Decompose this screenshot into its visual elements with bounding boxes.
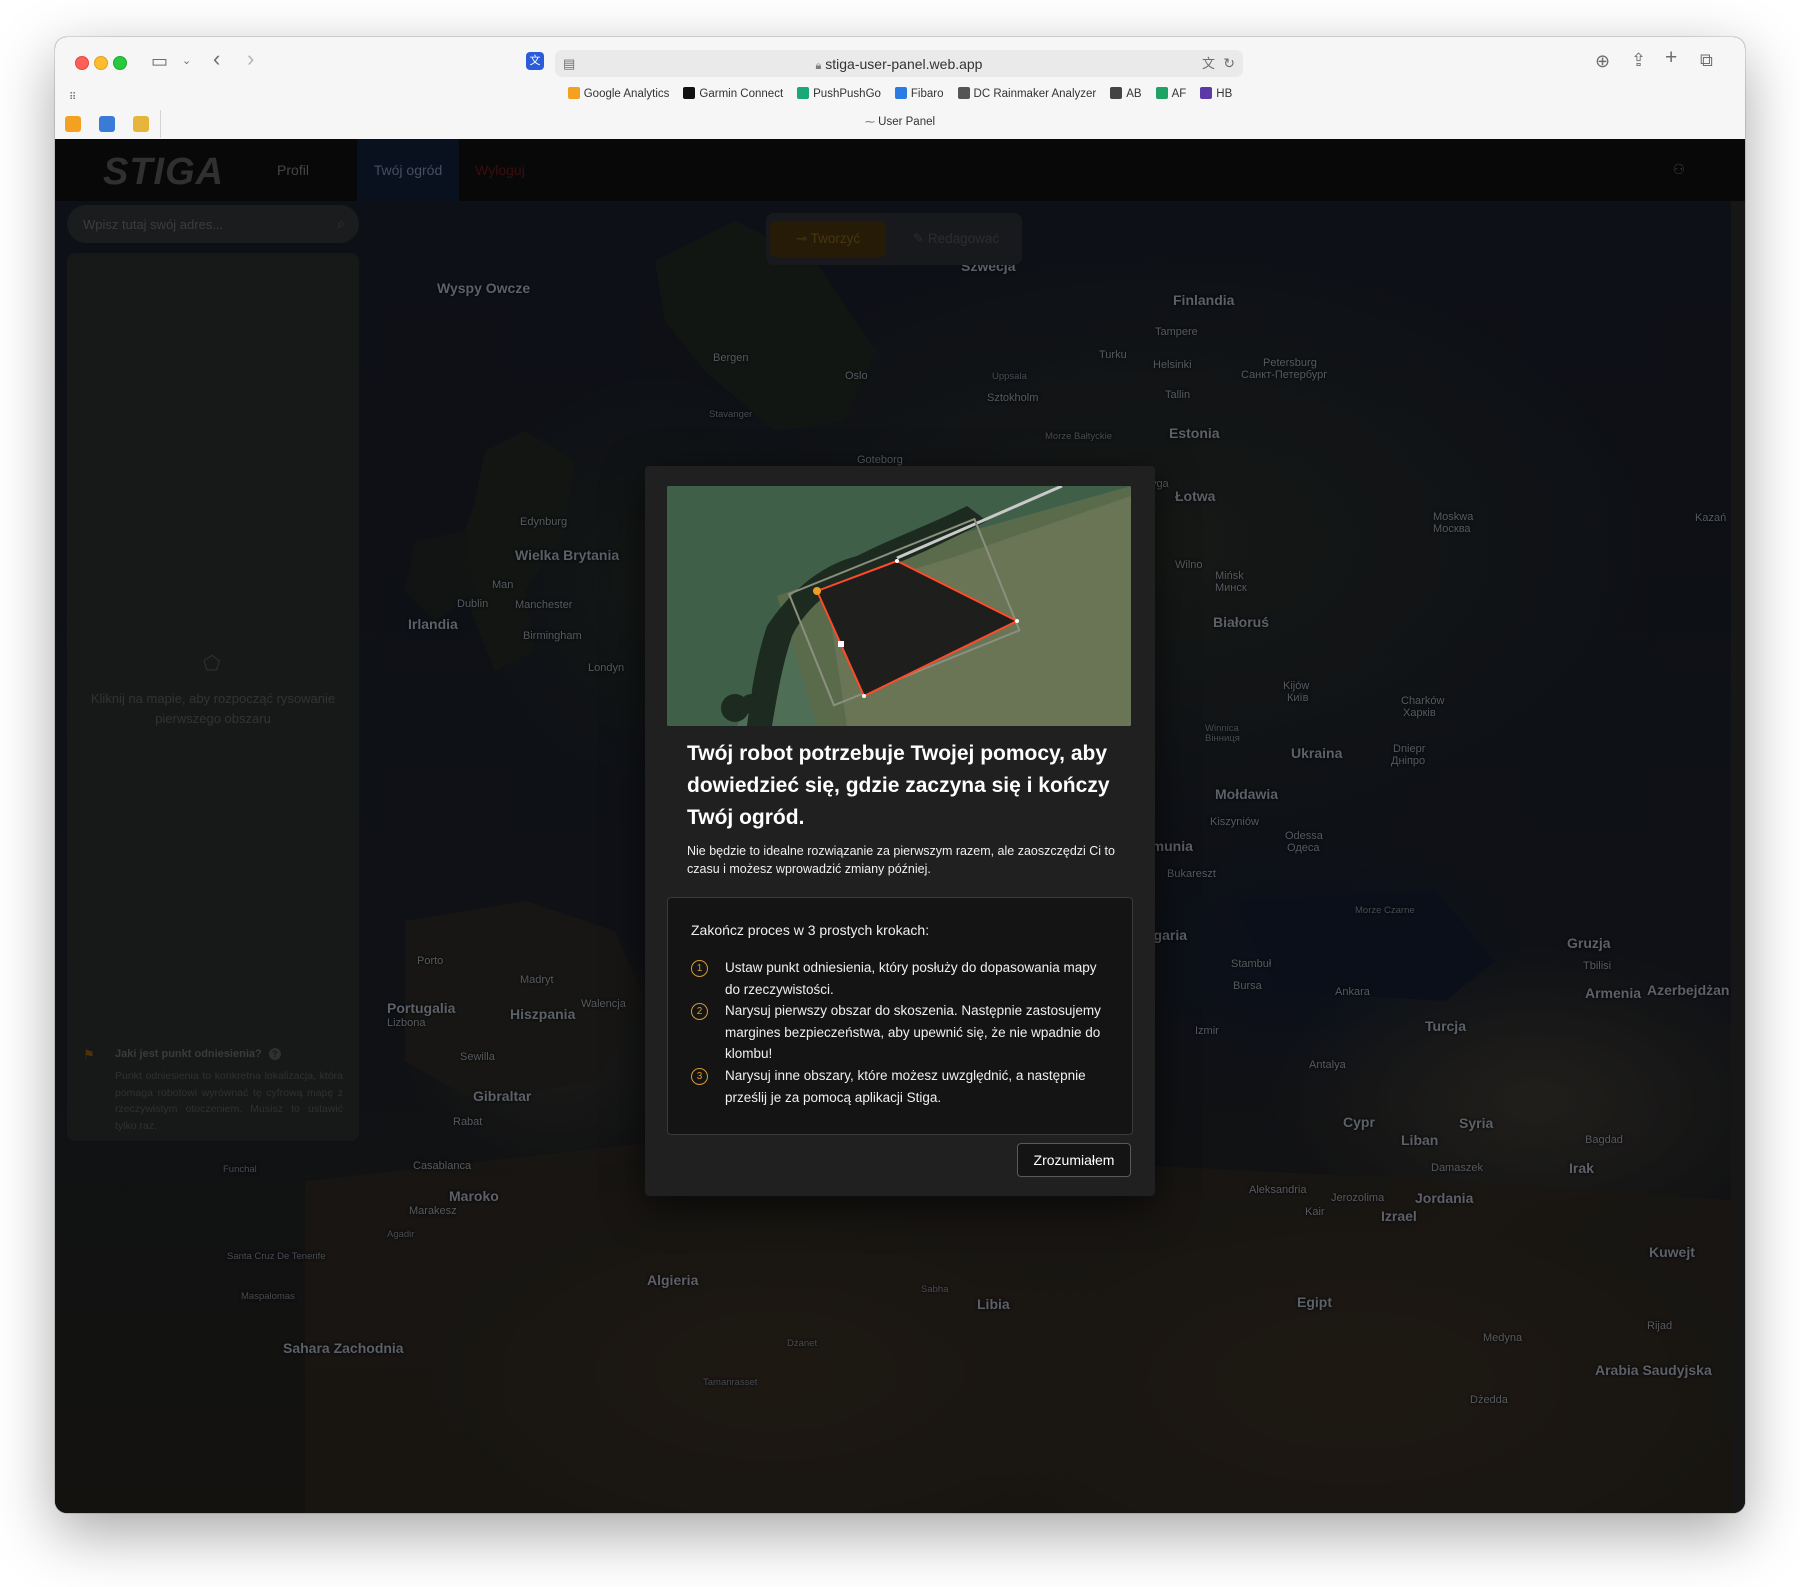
aerial-field-illustration: [667, 486, 1131, 726]
step-number-icon: 2: [691, 1003, 708, 1020]
bookmark-item[interactable]: AB: [1110, 87, 1142, 100]
aerial-field-image: [667, 486, 1131, 726]
bookmarks-bar: Google Analytics Garmin Connect PushPushGo…: [55, 87, 1745, 107]
address-bar[interactable]: ▤ 🔒︎ stiga-user-panel.web.app 文 ↻: [555, 50, 1243, 77]
step-number-icon: 1: [691, 960, 708, 977]
bookmark-label: AF: [1171, 88, 1187, 100]
pushpushgo-icon: [797, 87, 810, 99]
bookmark-item[interactable]: AF: [1155, 87, 1187, 100]
stiga-app: STIGA Profil Twój ogród Wyloguj ⚇ Wyspy …: [55, 139, 1745, 1513]
zoom-window-button[interactable]: [113, 56, 127, 70]
new-tab-icon[interactable]: +: [1665, 47, 1677, 68]
step-text: Narysuj pierwszy obszar do skoszenia. Na…: [725, 1003, 1101, 1061]
translate-icon[interactable]: 文: [1202, 55, 1215, 73]
steps-box: Zakończ proces w 3 prostych krokach: 1 U…: [667, 897, 1133, 1135]
bookmark-item[interactable]: Google Analytics: [567, 87, 670, 100]
bookmark-item[interactable]: DC Rainmaker Analyzer: [957, 87, 1097, 100]
refresh-icon: [1110, 87, 1123, 99]
download-icon[interactable]: ⊕: [1595, 52, 1610, 70]
onboarding-modal: Twój robot potrzebuje Twojej pomocy, aby…: [645, 466, 1155, 1196]
bookmark-label: Fibaro: [910, 88, 944, 100]
steps-heading: Zakończ proces w 3 prostych krokach:: [691, 922, 930, 938]
bookmark-label: Google Analytics: [583, 88, 670, 100]
lock-icon: 🔒︎: [815, 60, 822, 72]
minimize-window-button[interactable]: [94, 56, 108, 70]
modal-title: Twój robot potrzebuje Twojej pomocy, aby…: [687, 742, 1110, 829]
step-text: Ustaw punkt odniesienia, który posłuży d…: [725, 960, 1097, 997]
modal-subtitle: Nie będzie to idealne rozwiązanie za pie…: [687, 844, 1115, 876]
tab-favicon-icon: ⁓: [864, 117, 875, 128]
sheet-icon: [1155, 87, 1168, 99]
analytics-icon: [567, 87, 580, 99]
bookmark-label: DC Rainmaker Analyzer: [973, 88, 1097, 100]
active-tab-title: User Panel: [878, 116, 936, 128]
close-window-button[interactable]: [75, 56, 89, 70]
bookmark-label: PushPushGo: [813, 88, 881, 100]
bookmark-item[interactable]: Garmin Connect: [683, 87, 783, 100]
chevron-down-icon[interactable]: ⌄: [182, 52, 191, 70]
bookmark-label: HB: [1216, 88, 1233, 100]
tab-overview-icon[interactable]: ⧉: [1700, 51, 1713, 69]
step-number-icon: 3: [691, 1068, 708, 1085]
garmin-triangle-icon: [683, 87, 696, 99]
globe-icon: [1200, 87, 1213, 99]
url-text: 🔒︎ stiga-user-panel.web.app: [555, 56, 1243, 73]
forward-icon[interactable]: ›: [247, 48, 254, 70]
sidebar-toggle-icon[interactable]: ▭: [151, 52, 168, 70]
bookmark-item[interactable]: HB: [1200, 87, 1232, 100]
active-tab[interactable]: ⁓ User Panel: [55, 116, 1745, 128]
extension-icon[interactable]: 文: [526, 52, 544, 70]
back-icon[interactable]: ‹: [213, 48, 220, 70]
tab-bar: ⁓ User Panel: [55, 110, 1745, 138]
home-icon: [894, 87, 907, 99]
bookmark-item[interactable]: Fibaro: [894, 87, 944, 100]
reload-icon[interactable]: ↻: [1223, 54, 1235, 72]
confirm-button[interactable]: Zrozumiałem: [1017, 1143, 1131, 1177]
browser-toolbar: ▭ ⌄ ‹ › 文 ▤ 🔒︎ stiga-user-panel.web.app …: [55, 37, 1745, 140]
bookmark-label: Garmin Connect: [699, 88, 784, 100]
step-text: Narysuj inne obszary, które możesz uwzgl…: [725, 1068, 1086, 1105]
chart-icon: [957, 87, 970, 99]
bookmark-item[interactable]: PushPushGo: [797, 87, 881, 100]
browser-window: ▭ ⌄ ‹ › 文 ▤ 🔒︎ stiga-user-panel.web.app …: [55, 37, 1745, 1513]
share-icon[interactable]: ⇪: [1631, 51, 1646, 69]
url: stiga-user-panel.web.app: [825, 56, 983, 72]
bookmark-label: AB: [1126, 88, 1142, 100]
